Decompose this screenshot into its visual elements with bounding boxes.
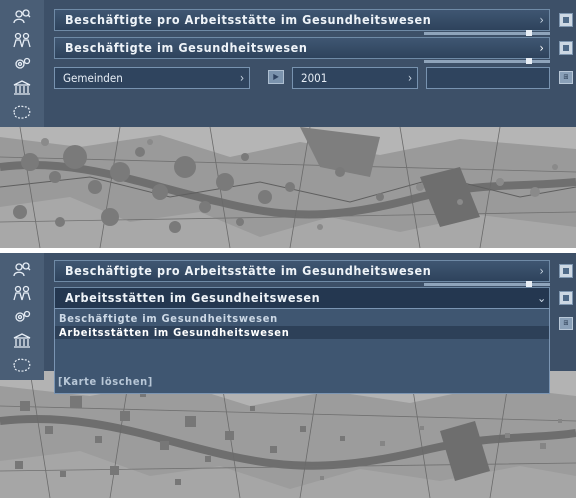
population-icon[interactable] [9,283,35,303]
indicator-selector[interactable]: Beschäftigte pro Arbeitsstätte im Gesund… [54,260,550,282]
indicator-toggle-button[interactable] [559,13,573,27]
bottom-screen: Beschäftigte pro Arbeitsstätte im Gesund… [0,253,576,498]
dropdown-option[interactable]: Beschäftigte im Gesundheitswesen [59,312,278,325]
year-value: 2001 [301,71,328,85]
variable-selector[interactable]: Arbeitsstätten im Gesundheitswesen ⌄ [54,287,550,309]
variable-toggle-button[interactable] [559,41,573,55]
clear-map-link[interactable]: [Karte löschen] [58,375,153,388]
map-outline-icon[interactable] [9,102,35,122]
map-outline-icon[interactable] [9,355,35,375]
level-selector[interactable]: Gemeinden › [54,67,250,89]
indicator-label: Beschäftigte pro Arbeitsstätte im Gesund… [65,12,432,27]
population-icon[interactable] [9,30,35,50]
indicator-scale[interactable] [424,281,550,287]
people-search-icon[interactable] [9,6,35,26]
gears-icon[interactable] [9,307,35,327]
dropdown-option-selected[interactable]: Arbeitsstätten im Gesundheitswesen [55,326,549,339]
legend-button[interactable]: ⊞ [559,71,573,84]
people-search-icon[interactable] [9,259,35,279]
indicator-label: Beschäftigte pro Arbeitsstätte im Gesund… [65,263,432,278]
gears-icon[interactable] [9,54,35,74]
play-button[interactable]: ▶ [268,70,284,84]
institution-icon[interactable] [9,78,35,98]
variable-toggle-button[interactable] [559,291,573,305]
year-selector[interactable]: 2001 › [292,67,418,89]
map-area[interactable] [0,127,576,248]
institution-icon[interactable] [9,331,35,351]
top-screen: Beschäftigte pro Arbeitsstätte im Gesund… [0,0,576,248]
level-label: Gemeinden [63,71,123,85]
legend-button[interactable]: ⊞ [559,317,573,330]
legend-slot [426,67,550,89]
sidebar [0,253,44,380]
variable-selector[interactable]: Beschäftigte im Gesundheitswesen › [54,37,550,59]
variable-label: Arbeitsstätten im Gesundheitswesen [65,290,321,305]
map-canvas[interactable] [0,127,576,248]
chevron-right-icon: › [407,71,413,85]
chevron-right-icon: › [539,41,545,55]
chevron-right-icon: › [239,71,245,85]
indicator-selector[interactable]: Beschäftigte pro Arbeitsstätte im Gesund… [54,9,550,31]
chevron-right-icon: › [539,13,545,27]
chevron-right-icon: › [539,264,545,278]
indicator-toggle-button[interactable] [559,264,573,278]
control-panel: Beschäftigte pro Arbeitsstätte im Gesund… [44,0,576,127]
variable-label: Beschäftigte im Gesundheitswesen [65,40,308,55]
variable-scale[interactable] [424,58,550,64]
indicator-scale[interactable] [424,30,550,36]
sidebar [0,0,44,127]
chevron-down-icon: ⌄ [537,291,547,305]
